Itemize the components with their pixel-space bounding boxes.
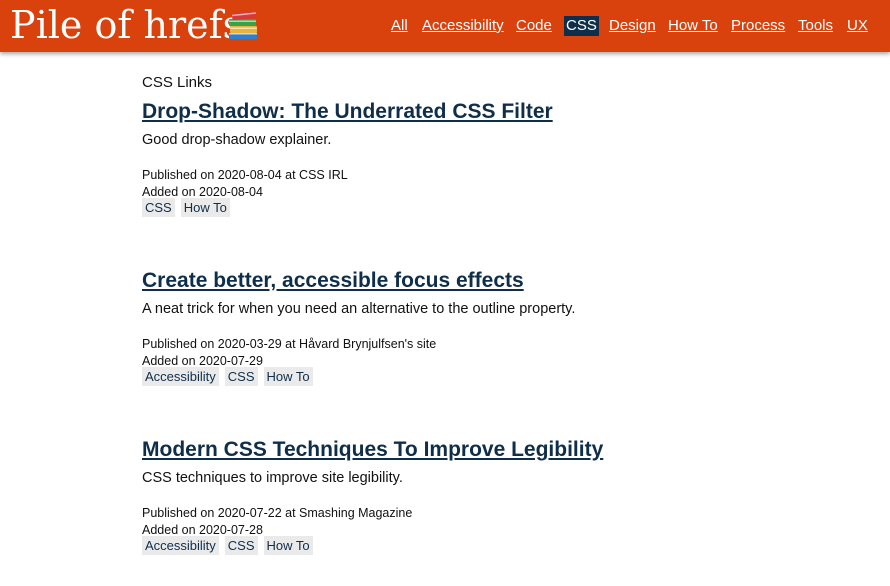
article-meta: Published on 2020-07-22 at Smashing Maga… bbox=[142, 505, 412, 538]
tag-how-to[interactable]: How To bbox=[263, 536, 313, 555]
link-article: Modern CSS Techniques To Improve Legibil… bbox=[142, 437, 842, 555]
tag-css[interactable]: CSS bbox=[224, 536, 258, 555]
article-meta: Published on 2020-08-04 at CSS IRL Added… bbox=[142, 167, 348, 200]
article-title-link[interactable]: Create better, accessible focus effects bbox=[142, 268, 842, 294]
nav-link-css[interactable]: CSS bbox=[564, 16, 599, 36]
nav-link-process[interactable]: Process bbox=[730, 16, 786, 36]
article-description: A neat trick for when you need an altern… bbox=[142, 301, 576, 317]
site-header: Pile of hrefs All Accessibility Code CSS… bbox=[0, 0, 890, 52]
tag-css[interactable]: CSS bbox=[142, 198, 175, 217]
link-article: Create better, accessible focus effects … bbox=[142, 268, 842, 386]
nav-link-how-to[interactable]: How To bbox=[667, 16, 719, 36]
section-label: CSS Links bbox=[142, 74, 213, 91]
tag-how-to[interactable]: How To bbox=[263, 367, 313, 386]
nav-link-code[interactable]: Code bbox=[515, 16, 553, 36]
published-info: Published on 2020-03-29 at Håvard Brynju… bbox=[142, 337, 437, 351]
tag-list: Accessibility CSS How To bbox=[142, 536, 319, 555]
published-info: Published on 2020-07-22 at Smashing Maga… bbox=[142, 506, 413, 520]
tag-list: Accessibility CSS How To bbox=[142, 367, 319, 386]
tag-css[interactable]: CSS bbox=[224, 367, 258, 386]
nav-link-tools[interactable]: Tools bbox=[797, 16, 834, 36]
link-article: Drop-Shadow: The Underrated CSS Filter G… bbox=[142, 99, 842, 217]
tag-accessibility[interactable]: Accessibility bbox=[142, 536, 219, 555]
article-title-link[interactable]: Modern CSS Techniques To Improve Legibil… bbox=[142, 437, 842, 463]
article-description: CSS techniques to improve site legibilit… bbox=[142, 470, 403, 486]
nav-link-accessibility[interactable]: Accessibility bbox=[421, 16, 505, 36]
published-info: Published on 2020-08-04 at CSS IRL bbox=[142, 168, 348, 182]
tag-how-to[interactable]: How To bbox=[180, 198, 230, 217]
nav-link-all[interactable]: All bbox=[390, 16, 409, 36]
nav-link-design[interactable]: Design bbox=[608, 16, 657, 36]
article-description: Good drop-shadow explainer. bbox=[142, 132, 332, 148]
tag-accessibility[interactable]: Accessibility bbox=[142, 367, 219, 386]
tag-list: CSS How To bbox=[142, 198, 236, 217]
site-title[interactable]: Pile of hrefs bbox=[10, 2, 242, 48]
books-icon bbox=[226, 8, 260, 40]
article-title-link[interactable]: Drop-Shadow: The Underrated CSS Filter bbox=[142, 99, 842, 125]
nav-link-ux[interactable]: UX bbox=[846, 16, 869, 36]
article-meta: Published on 2020-03-29 at Håvard Brynju… bbox=[142, 336, 436, 369]
